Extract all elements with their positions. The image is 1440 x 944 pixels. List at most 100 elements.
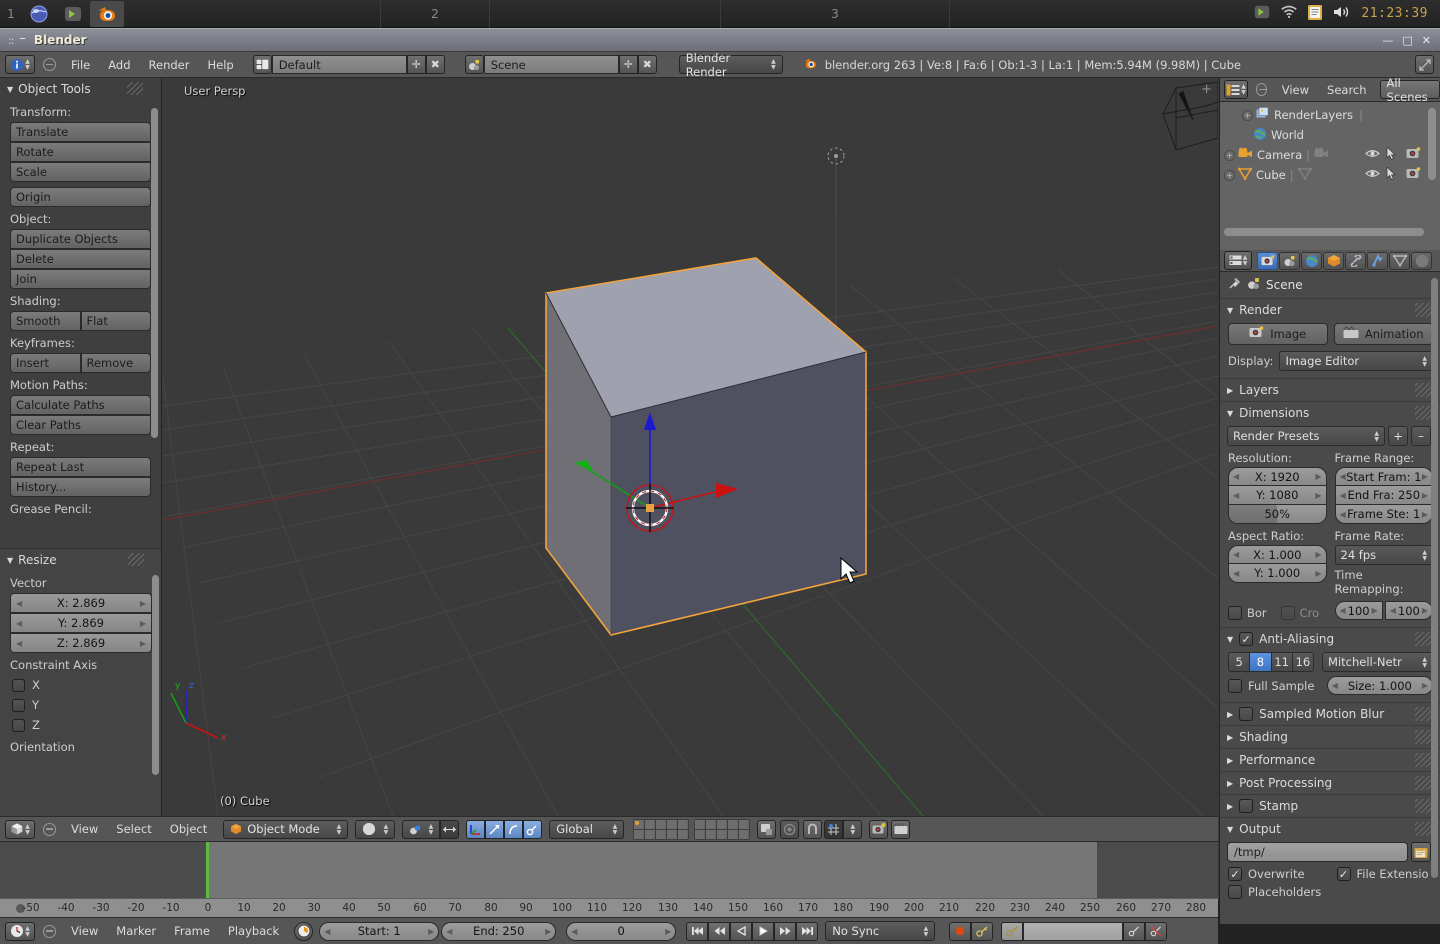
increment-arrow-icon[interactable]: ▶: [545, 927, 551, 936]
properties-editor-type-selector[interactable]: ▲▼: [1224, 251, 1252, 270]
outliner-menu-view[interactable]: View: [1273, 78, 1318, 102]
manipulator-translate-icon[interactable]: [485, 820, 504, 839]
outliner-row-world[interactable]: World: [1220, 125, 1440, 145]
viewport-menu-object[interactable]: Object: [161, 816, 216, 842]
outliner-editor-type-selector[interactable]: ▲▼: [1224, 80, 1248, 99]
checkbox-icon[interactable]: ✓: [1337, 867, 1351, 881]
decrement-arrow-icon[interactable]: ◀: [1340, 510, 1346, 519]
increment-arrow-icon[interactable]: ▶: [140, 639, 146, 648]
border-checkbox-row[interactable]: Bor: [1228, 606, 1267, 620]
aa-sample-8[interactable]: 8: [1250, 652, 1271, 672]
file-extension-row[interactable]: ✓ File Extensio: [1337, 867, 1434, 881]
increment-arrow-icon[interactable]: ▶: [1315, 569, 1321, 578]
pin-icon[interactable]: [1227, 276, 1242, 294]
rotate-button[interactable]: Rotate: [10, 142, 151, 162]
workspace-number[interactable]: 1: [0, 7, 22, 21]
timeline-ruler[interactable]: -50 -40 -30 -20 -10 0 10 20 30 40 50 60 …: [0, 898, 1218, 917]
resize-panel-header[interactable]: ▼ Resize: [0, 549, 162, 571]
object-tools-panel-header[interactable]: ▼ Object Tools: [0, 78, 161, 100]
clipboard-icon[interactable]: [1307, 3, 1323, 24]
mesh-data-icon[interactable]: [1298, 167, 1312, 183]
render-icon[interactable]: [1406, 167, 1421, 183]
window-minimize-button[interactable]: —: [1382, 34, 1393, 47]
increment-arrow-icon[interactable]: ▶: [1422, 472, 1428, 481]
add-preset-button[interactable]: +: [1388, 426, 1408, 446]
menu-help[interactable]: Help: [198, 52, 242, 78]
start-frame-field[interactable]: ◀ Start: 1 ▶: [319, 922, 439, 941]
maximize-area-button[interactable]: [1415, 55, 1434, 74]
collapse-menu-icon[interactable]: [43, 823, 56, 836]
cursor-select-icon[interactable]: [1386, 167, 1398, 183]
auto-keyframe-icon[interactable]: [971, 922, 993, 941]
stamp-block-header[interactable]: ▶ Stamp: [1220, 795, 1440, 817]
decrement-arrow-icon[interactable]: ◀: [1233, 491, 1239, 500]
use-preview-range-icon[interactable]: [294, 922, 313, 941]
viewport-menu-view[interactable]: View: [62, 816, 107, 842]
scale-button[interactable]: Scale: [10, 162, 151, 182]
outliner-scope-dropdown[interactable]: All Scenes: [1380, 80, 1440, 99]
window-titlebar[interactable]: :: – Blender — □ ✕: [0, 28, 1440, 52]
transform-orientation-dropdown[interactable]: Global ▲▼: [549, 820, 624, 839]
expand-icon[interactable]: +: [1224, 170, 1235, 181]
output-path-field[interactable]: /tmp/: [1227, 842, 1408, 862]
frame-step-field[interactable]: ◀ Frame Ste: 1 ▶: [1335, 505, 1434, 524]
tool-shelf-scrollbar[interactable]: [151, 108, 158, 438]
resize-x-field[interactable]: ◀ X: 2.869 ▶: [10, 593, 152, 613]
layer-grid-2[interactable]: [694, 819, 750, 840]
timeline-menu-marker[interactable]: Marker: [107, 918, 165, 944]
constraint-axis-z-row[interactable]: Z: [0, 715, 162, 735]
constraint-axis-y-row[interactable]: Y: [0, 695, 162, 715]
menu-render[interactable]: Render: [140, 52, 199, 78]
collapse-menu-icon[interactable]: [1256, 83, 1267, 96]
render-animation-button[interactable]: Animation: [1334, 323, 1434, 345]
eye-icon[interactable]: [1365, 168, 1380, 182]
tab-material[interactable]: [1411, 252, 1432, 270]
insert-keyframe-button[interactable]: Insert: [10, 353, 81, 373]
editor-type-selector[interactable]: ▲▼: [5, 55, 35, 74]
pivot-point-dropdown[interactable]: ▲▼: [402, 820, 440, 839]
time-remap-new-field[interactable]: ◀ 100 ▶: [1385, 601, 1433, 620]
aa-filter-dropdown[interactable]: Mitchell-Netr ▲▼: [1322, 652, 1433, 672]
expand-icon[interactable]: +: [1242, 110, 1253, 121]
aspect-x-field[interactable]: ◀ X: 1.000 ▶: [1228, 545, 1327, 564]
decrement-arrow-icon[interactable]: ◀: [324, 927, 330, 936]
checkbox-icon[interactable]: [1228, 679, 1242, 693]
constraint-axis-x-row[interactable]: X: [0, 675, 162, 695]
lock-camera-icon[interactable]: [757, 820, 776, 839]
resolution-percentage-slider[interactable]: 50%: [1228, 505, 1327, 524]
keying-set-icon[interactable]: [1001, 922, 1023, 941]
output-block-header[interactable]: ▼ Output: [1220, 818, 1440, 840]
outliner-row-renderlayers[interactable]: + RenderLayers |: [1220, 105, 1440, 125]
increment-arrow-icon[interactable]: ▶: [1315, 472, 1321, 481]
manipulator-scale-icon[interactable]: [523, 820, 542, 839]
timeline-menu-frame[interactable]: Frame: [165, 918, 219, 944]
timeline-playhead[interactable]: [206, 842, 209, 898]
placeholders-row[interactable]: Placeholders: [1228, 885, 1321, 899]
render-icon[interactable]: [1406, 147, 1421, 163]
snap-element-icon[interactable]: [824, 820, 843, 839]
checkbox-icon[interactable]: [1239, 707, 1253, 721]
decrement-arrow-icon[interactable]: ◀: [446, 927, 452, 936]
increment-arrow-icon[interactable]: ▶: [428, 927, 434, 936]
timeline-menu-playback[interactable]: Playback: [219, 918, 288, 944]
clear-paths-button[interactable]: Clear Paths: [10, 415, 151, 435]
blender-icon[interactable]: [90, 1, 124, 27]
outliner-row-camera[interactable]: + Camera |: [1220, 145, 1440, 165]
resize-z-field[interactable]: ◀ Z: 2.869 ▶: [10, 633, 152, 653]
aa-sample-11[interactable]: 11: [1272, 652, 1293, 672]
tab-render[interactable]: [1257, 252, 1278, 270]
translate-button[interactable]: Translate: [10, 122, 151, 142]
increment-arrow-icon[interactable]: ▶: [1422, 606, 1428, 615]
expand-icon[interactable]: +: [1224, 150, 1235, 161]
scene-icon[interactable]: [465, 55, 484, 74]
delete-scene-button[interactable]: ✖: [638, 55, 657, 74]
checkbox-icon[interactable]: [12, 719, 25, 732]
volume-icon[interactable]: [1332, 4, 1352, 23]
remove-keyframe-button[interactable]: Remove: [81, 353, 152, 373]
tab-data[interactable]: [1389, 252, 1410, 270]
render-presets-dropdown[interactable]: Render Presets ▲▼: [1227, 426, 1385, 446]
current-frame-field[interactable]: ◀ 0 ▶: [566, 922, 676, 941]
resize-y-field[interactable]: ◀ Y: 2.869 ▶: [10, 613, 152, 633]
antialiasing-checkbox[interactable]: ✓: [1239, 632, 1253, 646]
post-processing-block-header[interactable]: ▶ Post Processing: [1220, 772, 1440, 794]
